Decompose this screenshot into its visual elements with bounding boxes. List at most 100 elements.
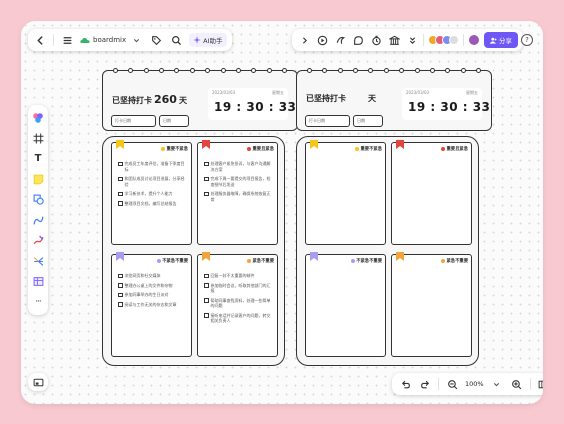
checkbox[interactable] [118,292,123,297]
list-item[interactable]: 整理办公桌上的文件和杂物 [118,283,185,289]
list-item[interactable]: 完成员工年度评估，准备下季度目标 [118,161,185,172]
frame-icon[interactable] [31,132,45,146]
chevron-down-icon[interactable] [490,377,504,391]
redo-icon[interactable] [418,377,432,391]
connector-icon[interactable] [31,214,45,228]
avatar-more [449,35,459,45]
list-item[interactable]: 处理客户紧急投诉，与客户沟通解决方案 [204,161,271,172]
zoom-out-icon[interactable] [445,377,459,391]
checkin-board-left[interactable]: 已坚持打卡 260 天 打卡日期 日期 2023/03/03 星期五 19 : … [102,68,298,131]
status-dot [441,259,446,263]
clock-weekday: 星期五 [272,90,284,95]
bookmark-icon [310,140,318,149]
checkin-board-right[interactable]: 已坚持打卡 天 打卡日期 日期 2023/03/03 星期五 19 : 30 :… [296,68,492,131]
eisenhower-board-left[interactable]: 重要不紧急 完成员工年度评估，准备下季度目标 和团队成员讨论项目进展，分享经验 … [102,136,285,366]
zoom-in-icon[interactable] [510,377,524,391]
user-avatar[interactable] [468,34,480,46]
comment-icon[interactable] [351,33,365,47]
checkbox[interactable] [204,191,209,196]
quadrant-label: 紧急不重要 [441,258,468,264]
checkbox[interactable] [204,273,209,278]
ai-assistant-button[interactable]: AI助手 [189,33,227,47]
chevron-right-icon[interactable] [297,33,311,47]
app-window: boardmix AI助手 分享 ? T ··· 100% 已坚持打卡 260 … [21,21,543,404]
quadrant-not-important-not-urgent[interactable]: 不紧急不重要 浏览网页和社交媒体 整理办公桌上的文件和杂物 参加同事举办的生日派… [111,252,192,357]
task-list: 处理客户紧急投诉，与客户沟通解决方案 完成下周一要提交的项目报告，检查细节后发送… [204,161,271,206]
checkbox[interactable] [118,273,123,278]
checkbox[interactable] [118,161,123,166]
divider [53,34,54,46]
quadrant-urgent-not-important[interactable]: 紧急不重要 [391,252,472,357]
list-item[interactable]: 学习新技术，提升个人能力 [118,191,185,197]
list-item[interactable]: 接听电话并记录客户的问题，转交相关负责人 [204,313,271,324]
map-icon[interactable] [537,377,543,391]
divider [529,378,531,390]
quadrant-important-not-urgent[interactable]: 重要不紧急 完成员工年度评估，准备下季度目标 和团队成员讨论项目进展，分享经验 … [111,140,192,245]
share-button[interactable]: 分享 [484,32,518,48]
template-icon[interactable] [31,111,45,125]
list-item[interactable]: 参加同事举办的生日派对 [118,292,185,298]
bottom-right-toolbar: 100% [392,373,543,395]
checkbox[interactable] [118,283,123,288]
quadrant-important-urgent[interactable]: 重要且紧急 [391,140,472,245]
date-field[interactable]: 日期 [159,115,189,127]
list-item[interactable]: 完成下周一要提交的项目报告，检查细节后发送 [204,176,271,187]
reaction-icon[interactable] [333,33,347,47]
pen-icon[interactable] [31,234,45,248]
zoom-level[interactable]: 100% [465,380,484,388]
list-item[interactable]: 浏览网页和社交媒体 [118,273,185,279]
eisenhower-board-right[interactable]: 重要不紧急 重要且紧急 不紧急不重要 紧急不重要 [296,136,479,366]
quadrant-not-important-not-urgent[interactable]: 不紧急不重要 [305,252,386,357]
checkin-date-field[interactable]: 打卡日期 [305,115,350,127]
checkbox[interactable] [118,191,123,196]
sticky-note-icon[interactable] [31,173,45,187]
library-icon[interactable] [387,33,401,47]
quadrant-important-not-urgent[interactable]: 重要不紧急 [305,140,386,245]
status-dot [441,147,446,151]
checkbox[interactable] [118,302,123,307]
double-chevron-down-icon[interactable] [405,33,419,47]
quadrant-urgent-not-important[interactable]: 紧急不重要 回复一封不太重要的邮件 参加临时会议，听取其他部门的汇报 帮助同事查… [197,252,278,357]
quadrant-important-urgent[interactable]: 重要且紧急 处理客户紧急投诉，与客户沟通解决方案 完成下周一要提交的项目报告，检… [197,140,278,245]
present-icon[interactable] [315,33,329,47]
list-item[interactable]: 阅读与工作无关的杂志和文章 [118,302,185,308]
date-field[interactable]: 日期 [353,115,383,127]
status-dot [247,259,252,263]
timer-icon[interactable] [369,33,383,47]
checkin-date-field[interactable]: 打卡日期 [111,115,156,127]
checkbox[interactable] [118,176,123,181]
list-item[interactable]: 回复一封不太重要的邮件 [204,273,271,279]
divider [463,34,464,46]
collaborator-avatars[interactable] [428,35,459,45]
list-item[interactable]: 帮助同事查找资料，处理一些简单的问题 [204,298,271,309]
undo-icon[interactable] [398,377,412,391]
checkbox[interactable] [204,298,209,303]
table-icon[interactable] [31,275,45,289]
more-tools-icon[interactable]: ··· [31,296,45,310]
shape-icon[interactable] [31,193,45,207]
text-icon[interactable]: T [31,152,45,166]
checkbox[interactable] [204,161,209,166]
binder-holes [307,68,481,73]
tag-icon[interactable] [149,33,163,47]
status-dot [355,147,360,151]
minimap-icon[interactable] [31,375,45,389]
list-item[interactable]: 参加临时会议，听取其他部门的汇报 [204,283,271,294]
clock-weekday: 星期五 [466,90,478,95]
menu-icon[interactable] [60,33,74,47]
checkbox[interactable] [204,283,209,288]
search-icon[interactable] [169,33,183,47]
checkin-unit: 天 [178,96,187,105]
clock-date: 2023/03/03 [406,90,430,95]
mindmap-icon[interactable] [31,255,45,269]
checkbox[interactable] [204,176,209,181]
list-item[interactable]: 整理项目文档，编写总结报告 [118,201,185,207]
brand[interactable]: boardmix [80,33,143,47]
back-icon[interactable] [33,33,47,47]
list-item[interactable]: 处理服务器故障，确保系统恢复正常 [204,191,271,202]
bookmark-icon [396,252,404,261]
list-item[interactable]: 和团队成员讨论项目进展，分享经验 [118,176,185,187]
checkbox[interactable] [204,313,209,318]
help-icon[interactable]: ? [521,34,533,46]
checkbox[interactable] [118,201,123,206]
